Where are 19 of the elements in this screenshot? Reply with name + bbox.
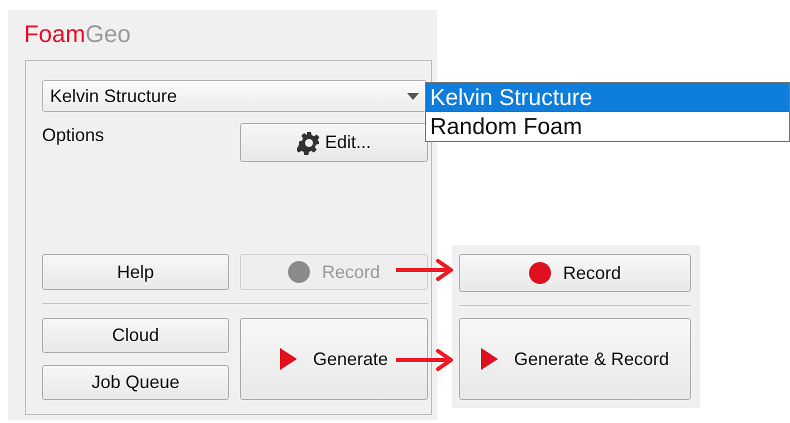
dropdown-option[interactable]: Kelvin Structure <box>426 83 789 112</box>
action-button[interactable]: Record <box>459 254 691 292</box>
caret-icon <box>407 92 419 100</box>
action-button[interactable]: Generate <box>240 318 428 400</box>
gear-icon <box>296 130 321 154</box>
action-button[interactable]: Job Queue <box>42 365 229 400</box>
dropdown-option[interactable]: Random Foam <box>426 112 789 141</box>
logo-text: Foam <box>24 21 86 48</box>
action-button[interactable]: Cloud <box>42 318 229 353</box>
action-button[interactable]: Help <box>42 254 229 290</box>
edit-button[interactable]: Edit... <box>240 123 428 162</box>
arrow-icon <box>396 259 454 281</box>
action-button[interactable]: Generate & Record <box>459 318 691 400</box>
dropdown-field[interactable]: Kelvin Structure <box>42 80 427 112</box>
logo-text: Geo <box>85 21 131 48</box>
options-label: Options <box>42 124 106 147</box>
play-icon <box>480 348 498 370</box>
arrow-icon <box>396 349 454 371</box>
play-icon <box>280 348 297 370</box>
